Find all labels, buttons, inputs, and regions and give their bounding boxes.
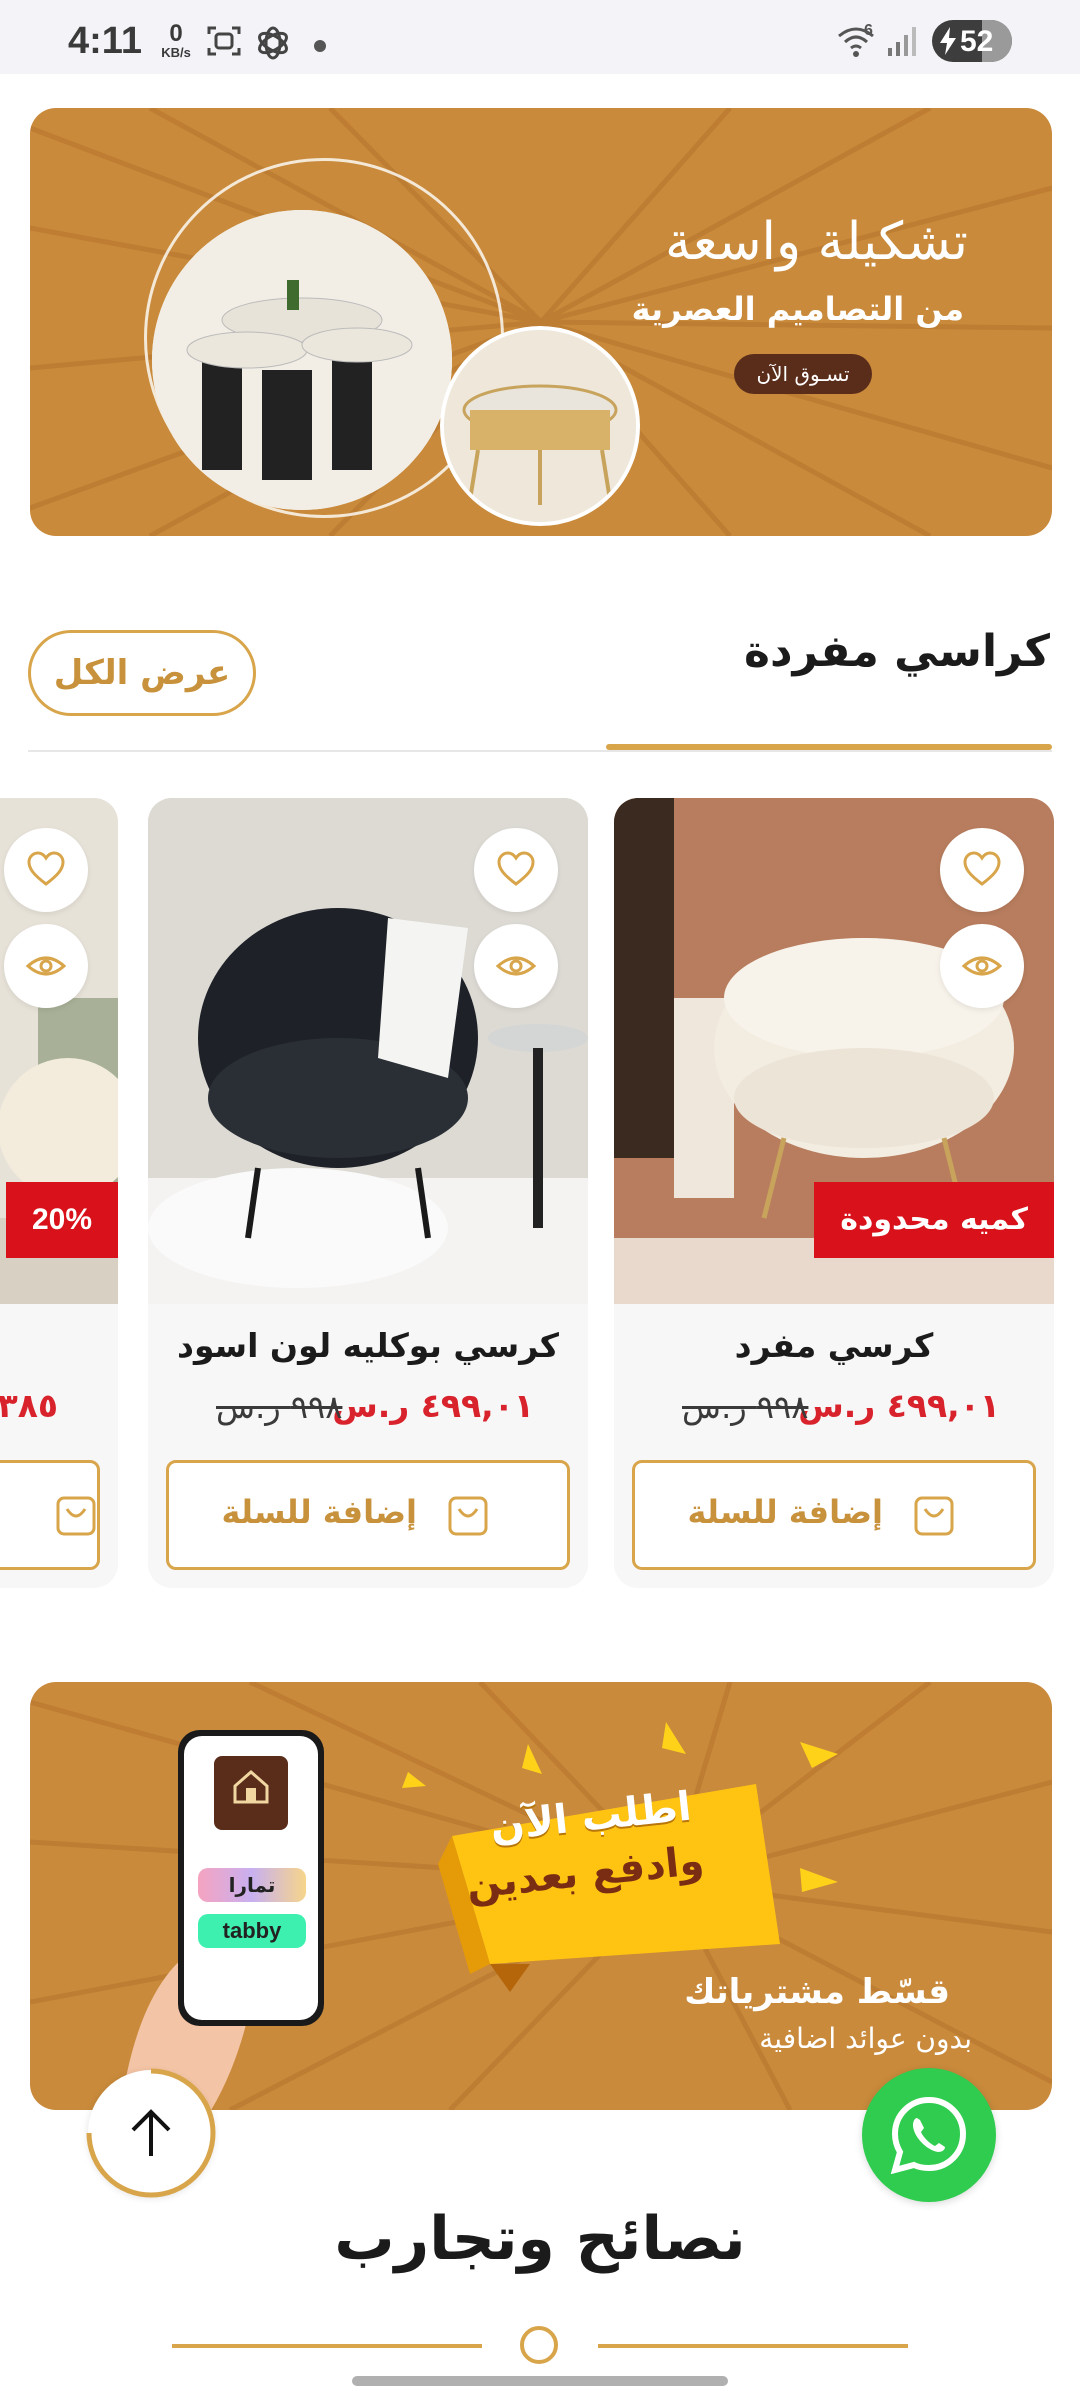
tips-divider-right bbox=[598, 2344, 908, 2348]
page: 4:11 0 KB/s 6 52 تشكيلة واسعة من التصامي… bbox=[0, 0, 1080, 2400]
product-card[interactable]: كرسي بوكليه لون اسود ٤٩٩,٠١ ر.س ٩٩٨ ر.س … bbox=[148, 798, 588, 1588]
shop-now-button[interactable]: تسـوق الآن bbox=[734, 354, 872, 394]
scroll-to-top-button[interactable] bbox=[86, 2068, 216, 2198]
tabby-logo: tabby bbox=[198, 1914, 306, 1948]
signal-icon bbox=[888, 27, 916, 56]
product-price: ٤٩٩,٠١ ر.س bbox=[798, 1386, 1000, 1425]
favorite-button[interactable] bbox=[4, 828, 88, 912]
whatsapp-icon bbox=[890, 2096, 967, 2174]
tamara-logo: تمارا bbox=[198, 1868, 306, 1902]
shopping-bag-icon bbox=[56, 1496, 96, 1536]
quick-view-button[interactable] bbox=[940, 924, 1024, 1008]
add-to-cart-button[interactable]: إضافة للسلة bbox=[166, 1460, 570, 1570]
favorite-button[interactable] bbox=[940, 828, 1024, 912]
limited-quantity-badge: كميه محدودة bbox=[814, 1182, 1054, 1258]
product-price: ٣٨٥ bbox=[0, 1386, 58, 1425]
whatsapp-button[interactable] bbox=[862, 2068, 996, 2202]
eye-icon bbox=[496, 956, 536, 976]
product-card[interactable]: 20% ٣٨٥ bbox=[0, 798, 118, 1588]
quick-view-button[interactable] bbox=[474, 924, 558, 1008]
tips-divider-dot bbox=[520, 2326, 558, 2364]
status-time: 4:11 bbox=[68, 20, 142, 62]
status-bar: 4:11 0 KB/s 6 52 bbox=[0, 0, 1080, 74]
product-price: ٤٩٩,٠١ ر.س bbox=[332, 1386, 534, 1425]
chatgpt-icon bbox=[258, 26, 288, 60]
net-speed: 0 KB/s bbox=[156, 22, 196, 60]
add-to-cart-label: إضافة للسلة bbox=[687, 1493, 883, 1531]
quick-view-button[interactable] bbox=[4, 924, 88, 1008]
brand-logo-icon bbox=[214, 1756, 288, 1830]
product-name[interactable]: كرسي بوكليه لون اسود bbox=[148, 1326, 588, 1365]
hero-round-table-photo bbox=[440, 326, 640, 526]
arrow-up-icon bbox=[131, 2109, 171, 2156]
hero-table-photo bbox=[152, 210, 452, 510]
shopping-bag-icon bbox=[914, 1496, 954, 1536]
hero-banner[interactable]: تشكيلة واسعة من التصاميم العصرية تسـوق ا… bbox=[30, 108, 1052, 536]
installment-subtitle: بدون عوائد اضافية bbox=[759, 2022, 972, 2055]
battery-level: 52 bbox=[960, 25, 994, 58]
add-to-cart-button[interactable]: إضافة للسلة bbox=[632, 1460, 1036, 1570]
view-all-button[interactable]: عرض الكل bbox=[28, 630, 256, 716]
shopping-bag-icon bbox=[448, 1496, 488, 1536]
product-old-price: ٩٩٨ ر.س bbox=[682, 1388, 809, 1426]
favorite-button[interactable] bbox=[474, 828, 558, 912]
product-card[interactable]: كميه محدودة كرسي مفرد ٤٩٩,٠١ ر.س ٩٩٨ ر.س… bbox=[614, 798, 1054, 1588]
eye-icon bbox=[962, 956, 1002, 976]
wifi-badge: 6 bbox=[864, 22, 873, 39]
battery-charging-icon: 52 bbox=[932, 20, 1012, 62]
tips-divider-left bbox=[172, 2344, 482, 2348]
notification-dot bbox=[314, 40, 326, 52]
installment-title: قسّط مشترياتك bbox=[684, 1972, 950, 2012]
tips-title: نصائح وتجارب bbox=[334, 2204, 746, 2274]
net-speed-unit: KB/s bbox=[161, 45, 191, 60]
net-speed-value: 0 bbox=[169, 20, 183, 47]
eye-icon bbox=[26, 956, 66, 976]
hero-subtitle: من التصاميم العصرية bbox=[631, 290, 964, 328]
heart-icon bbox=[27, 851, 65, 886]
phone-mockup: تمارا tabby bbox=[178, 1730, 324, 2026]
screenshot-icon bbox=[207, 26, 241, 56]
product-old-price: ٩٩٨ ر.س bbox=[216, 1388, 343, 1426]
bolt-icon bbox=[940, 27, 956, 55]
section-divider bbox=[28, 750, 1052, 752]
heart-icon bbox=[497, 851, 535, 886]
add-to-cart-label: إضافة للسلة bbox=[221, 1493, 417, 1531]
section-title: كراسي مفردة bbox=[744, 626, 1050, 677]
section-divider-accent bbox=[606, 744, 1052, 750]
installment-banner[interactable]: تمارا tabby اطلب الآن وادفع بعدين قسّط م… bbox=[30, 1682, 1052, 2110]
home-indicator[interactable] bbox=[352, 2376, 728, 2386]
product-name[interactable]: كرسي مفرد bbox=[614, 1326, 1054, 1365]
heart-icon bbox=[963, 851, 1001, 886]
add-to-cart-button[interactable] bbox=[0, 1460, 100, 1570]
discount-badge: 20% bbox=[5, 1182, 118, 1258]
hero-title: تشكيلة واسعة bbox=[665, 212, 968, 272]
